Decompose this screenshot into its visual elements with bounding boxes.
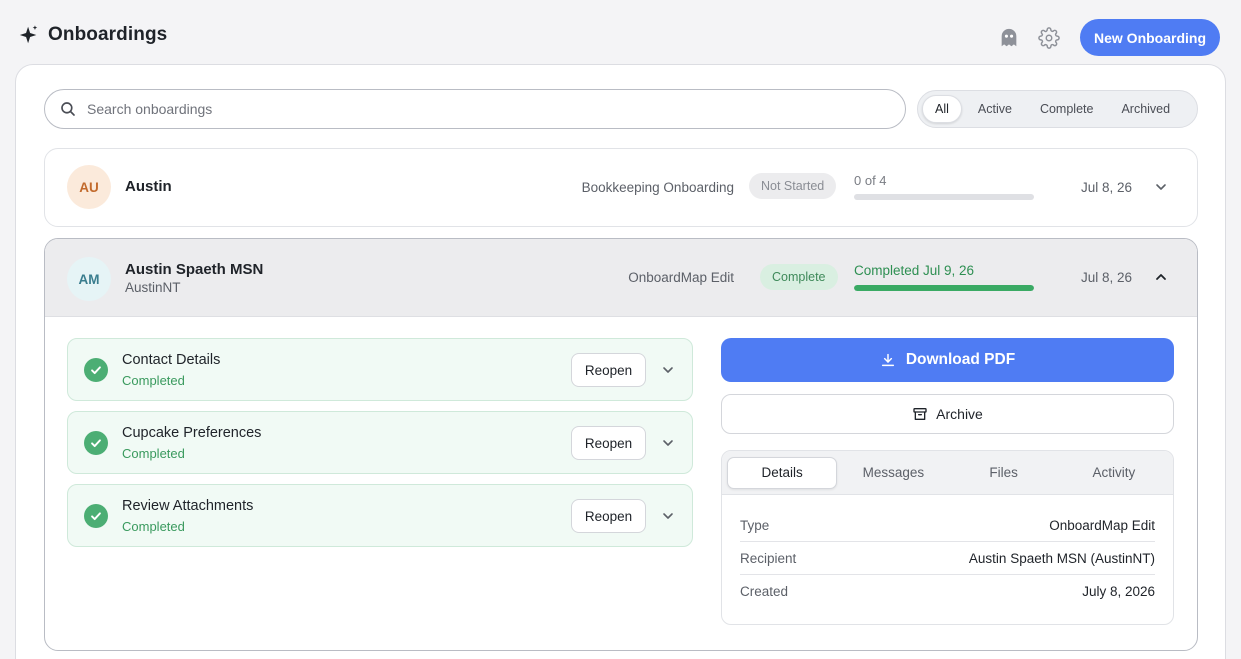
chevron-down-icon[interactable] — [660, 435, 676, 451]
chevron-down-icon[interactable] — [1153, 179, 1169, 195]
tab-activity[interactable]: Activity — [1060, 457, 1168, 489]
filter-archived[interactable]: Archived — [1109, 95, 1182, 123]
brand: Onboardings — [18, 24, 167, 46]
recipient-name: Austin Spaeth MSN — [125, 261, 264, 278]
search-input[interactable] — [87, 101, 905, 117]
status-badge: Complete — [760, 264, 838, 290]
filter-active[interactable]: Active — [966, 95, 1024, 123]
recipient-name: Austin — [125, 178, 172, 195]
tab-files[interactable]: Files — [950, 457, 1058, 489]
step-card: Contact Details Completed Reopen — [67, 338, 693, 401]
created-date: Jul 8, 26 — [1081, 180, 1133, 195]
status-filter: All Active Complete Archived — [917, 90, 1198, 128]
page-title: Onboardings — [48, 24, 168, 45]
chevron-down-icon[interactable] — [660, 508, 676, 524]
step-title: Cupcake Preferences — [122, 425, 262, 441]
detail-key: Recipient — [740, 550, 797, 566]
recipient-username: AustinNT — [125, 280, 181, 295]
status-badge: Not Started — [749, 173, 837, 199]
step-card: Review Attachments Completed Reopen — [67, 484, 693, 547]
step-title: Contact Details — [122, 352, 221, 368]
search-bar — [44, 89, 906, 129]
tab-messages[interactable]: Messages — [839, 457, 947, 489]
progress-label: Completed Jul 9, 26 — [854, 263, 975, 278]
archive-button[interactable]: Archive — [721, 394, 1174, 434]
onboarding-type: OnboardMap Edit — [628, 270, 734, 285]
chevron-down-icon[interactable] — [660, 362, 676, 378]
detail-value: OnboardMap Edit — [1049, 517, 1155, 533]
detail-key: Created — [740, 584, 789, 599]
progress-bar-fill — [854, 285, 1034, 291]
archive-label: Archive — [936, 406, 983, 422]
details-card: Details Messages Files Activity Type Onb… — [721, 450, 1174, 625]
top-actions: New Onboarding — [996, 19, 1220, 56]
new-onboarding-button[interactable]: New Onboarding — [1080, 19, 1220, 56]
onboardings-panel: All Active Complete Archived AU Austin B… — [15, 64, 1226, 659]
filter-all[interactable]: All — [922, 95, 962, 123]
avatar: AU — [67, 165, 111, 209]
step-card: Cupcake Preferences Completed Reopen — [67, 411, 693, 474]
detail-value: July 8, 2026 — [1082, 584, 1155, 599]
onboarding-row-header[interactable]: AU Austin Bookkeeping Onboarding Not Sta… — [45, 149, 1197, 227]
reopen-button[interactable]: Reopen — [571, 499, 646, 533]
search-icon — [61, 102, 75, 116]
onboarding-type: Bookkeeping Onboarding — [581, 180, 734, 195]
step-title: Review Attachments — [122, 498, 254, 514]
onboarding-row[interactable]: AU Austin Bookkeeping Onboarding Not Sta… — [44, 148, 1198, 227]
top-bar: Onboardings New Onboarding — [0, 0, 1241, 74]
progress-label: 0 of 4 — [854, 173, 887, 188]
sparkle-icon — [19, 25, 38, 44]
onboarding-row: AM Austin Spaeth MSN AustinNT OnboardMap… — [44, 238, 1198, 651]
gear-icon[interactable] — [1036, 25, 1062, 51]
step-status: Completed — [122, 519, 185, 534]
download-pdf-button[interactable]: Download PDF — [721, 338, 1174, 382]
detail-row-created: Created July 8, 2026 — [740, 575, 1155, 608]
step-status: Completed — [122, 446, 185, 461]
archive-icon — [913, 408, 927, 420]
detail-key: Type — [740, 517, 770, 533]
detail-row-type: Type OnboardMap Edit — [740, 509, 1155, 542]
check-icon — [84, 504, 108, 528]
reopen-button[interactable]: Reopen — [571, 426, 646, 460]
detail-value: Austin Spaeth MSN (AustinNT) — [968, 550, 1155, 566]
check-icon — [84, 358, 108, 382]
onboarding-row-header[interactable]: AM Austin Spaeth MSN AustinNT OnboardMap… — [45, 239, 1197, 317]
tab-details[interactable]: Details — [727, 456, 838, 489]
progress-bar — [854, 194, 1034, 200]
progress-bar — [854, 285, 1034, 291]
detail-row-recipient: Recipient Austin Spaeth MSN (AustinNT) — [740, 542, 1155, 575]
download-icon — [881, 353, 894, 367]
reopen-button[interactable]: Reopen — [571, 353, 646, 387]
details-tabs: Details Messages Files Activity — [722, 451, 1173, 495]
check-icon — [84, 431, 108, 455]
filter-complete[interactable]: Complete — [1028, 95, 1106, 123]
download-pdf-label: Download PDF — [905, 351, 1016, 368]
chevron-up-icon[interactable] — [1153, 269, 1169, 285]
ghost-icon[interactable] — [996, 25, 1022, 51]
avatar: AM — [67, 257, 111, 301]
step-status: Completed — [122, 373, 185, 388]
created-date: Jul 8, 26 — [1081, 270, 1133, 285]
